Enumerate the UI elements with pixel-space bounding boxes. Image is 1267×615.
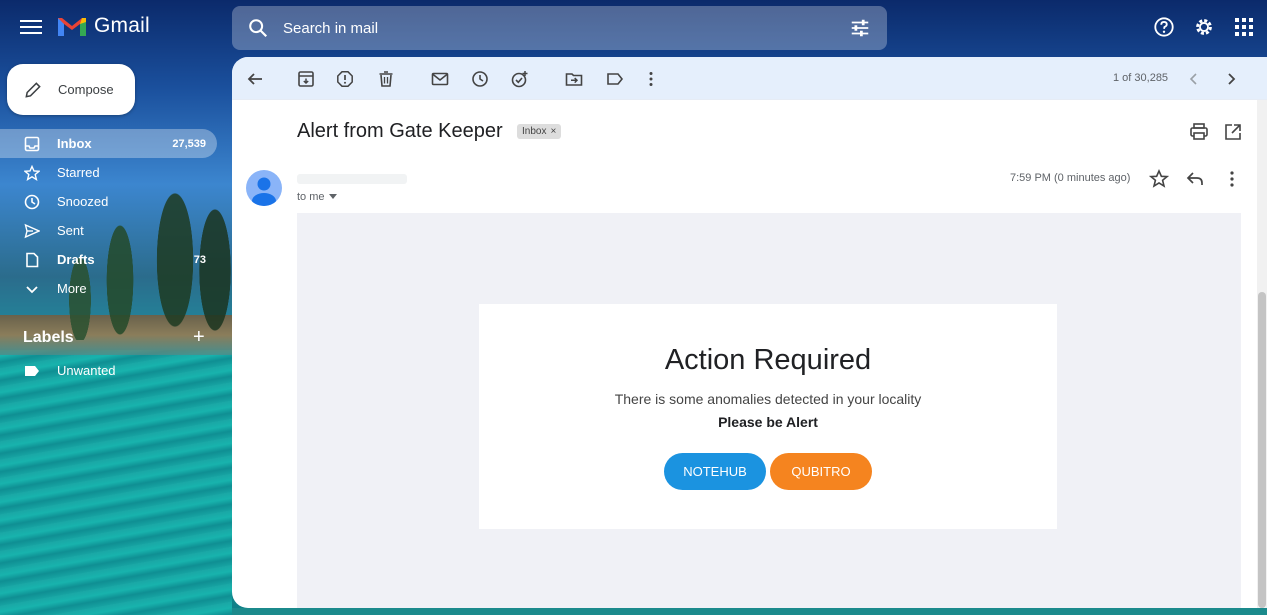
- open-in-new-window-icon[interactable]: [1223, 122, 1243, 142]
- top-right-icons: [1151, 14, 1257, 40]
- more-options-vertical-icon[interactable]: [640, 68, 662, 90]
- sidebar-item-label: Snoozed: [57, 194, 109, 209]
- sidebar-item-starred[interactable]: Starred: [0, 158, 217, 187]
- alert-emphasis: Please be Alert: [718, 414, 818, 430]
- delete-trash-icon[interactable]: [375, 68, 397, 90]
- search-icon[interactable]: [247, 17, 269, 39]
- caret-down-icon: [328, 194, 337, 199]
- chevron-left-icon[interactable]: [1183, 68, 1205, 90]
- sidebar-item-more[interactable]: More: [0, 274, 217, 303]
- qubitro-button[interactable]: QUBITRO: [770, 453, 872, 490]
- background-bottom-strip: [232, 608, 1267, 615]
- alert-message: There is some anomalies detected in your…: [614, 391, 922, 407]
- app-name: Gmail: [94, 14, 150, 37]
- star-icon: [24, 164, 40, 181]
- mark-unread-mail-icon[interactable]: [429, 68, 451, 90]
- help-icon[interactable]: [1151, 14, 1177, 40]
- apps-grid-icon[interactable]: [1231, 14, 1257, 40]
- person-icon: [252, 177, 276, 206]
- search-bar[interactable]: [232, 6, 887, 50]
- recipient-details-toggle[interactable]: to me: [297, 191, 337, 203]
- label-name: Unwanted: [57, 363, 116, 378]
- gmail-m-icon: [58, 18, 86, 36]
- message-toolbar: 1 of 30,285: [232, 57, 1267, 100]
- move-to-folder-icon[interactable]: [563, 68, 585, 90]
- sidebar-item-label: Starred: [57, 165, 100, 180]
- email-subject: Alert from Gate Keeper: [297, 120, 503, 142]
- add-to-tasks-icon[interactable]: [509, 68, 531, 90]
- report-spam-icon[interactable]: [334, 68, 356, 90]
- search-options-icon[interactable]: [849, 17, 871, 39]
- label-tag-icon: [25, 365, 39, 376]
- snooze-clock-icon[interactable]: [469, 68, 491, 90]
- inbox-label-chip[interactable]: Inbox ×: [517, 124, 562, 139]
- gmail-logo[interactable]: Gmail: [56, 14, 150, 38]
- sidebar-item-snoozed[interactable]: Snoozed: [0, 187, 217, 216]
- recipient-label: to me: [297, 191, 325, 203]
- add-label-icon[interactable]: +: [193, 327, 205, 347]
- sender-name-redacted: [297, 174, 407, 184]
- archive-icon[interactable]: [295, 68, 317, 90]
- background-water: [0, 350, 232, 615]
- inbox-count: 27,539: [172, 137, 206, 150]
- alert-title: Action Required: [664, 344, 872, 376]
- email-body: Action Required There is some anomalies …: [297, 213, 1241, 608]
- inbox-icon: [24, 136, 40, 152]
- sidebar-nav: Inbox 27,539 Starred Snoozed Sent Drafts…: [0, 129, 232, 303]
- pencil-icon: [25, 81, 41, 98]
- chip-label: Inbox: [522, 126, 547, 137]
- sidebar-item-label: Inbox: [57, 136, 92, 151]
- settings-gear-icon[interactable]: [1191, 14, 1217, 40]
- star-message-icon[interactable]: [1149, 169, 1169, 189]
- draft-file-icon: [24, 252, 40, 268]
- clock-icon: [24, 194, 40, 210]
- sidebar-item-drafts[interactable]: Drafts 73: [0, 245, 217, 274]
- reply-icon[interactable]: [1185, 169, 1205, 189]
- labels-heading: Labels: [23, 329, 74, 346]
- compose-button[interactable]: Compose: [7, 64, 135, 115]
- label-item-unwanted[interactable]: Unwanted: [24, 363, 116, 378]
- main-menu-button[interactable]: [18, 16, 44, 40]
- sidebar-item-label: More: [57, 281, 87, 296]
- sender-avatar[interactable]: [246, 170, 282, 206]
- chevron-right-icon[interactable]: [1220, 68, 1242, 90]
- back-arrow-icon[interactable]: [244, 68, 266, 90]
- print-icon[interactable]: [1189, 122, 1209, 142]
- pagination-count: 1 of 30,285: [1113, 72, 1169, 84]
- drafts-count: 73: [193, 253, 206, 266]
- send-icon: [24, 223, 40, 239]
- scrollbar-thumb[interactable]: [1258, 292, 1266, 608]
- notehub-button[interactable]: NOTEHUB: [664, 453, 766, 490]
- search-input[interactable]: [283, 19, 823, 37]
- message-scrollbar[interactable]: [1257, 100, 1267, 608]
- alert-buttons: NOTEHUB QUBITRO: [479, 453, 1057, 490]
- message-more-options-icon[interactable]: [1222, 169, 1242, 189]
- sidebar-item-label: Sent: [57, 223, 84, 238]
- message-panel: 1 of 30,285 Alert from Gate Keeper Inbox…: [232, 57, 1267, 608]
- label-icon[interactable]: [604, 68, 626, 90]
- sidebar-item-label: Drafts: [57, 252, 95, 267]
- email-timestamp: 7:59 PM (0 minutes ago): [1010, 172, 1131, 184]
- alert-card: Action Required There is some anomalies …: [479, 304, 1057, 529]
- sidebar-item-sent[interactable]: Sent: [0, 216, 217, 245]
- chevron-down-icon: [24, 281, 40, 297]
- compose-label: Compose: [58, 82, 114, 97]
- remove-label-icon[interactable]: ×: [550, 126, 556, 137]
- sidebar-item-inbox[interactable]: Inbox 27,539: [0, 129, 217, 158]
